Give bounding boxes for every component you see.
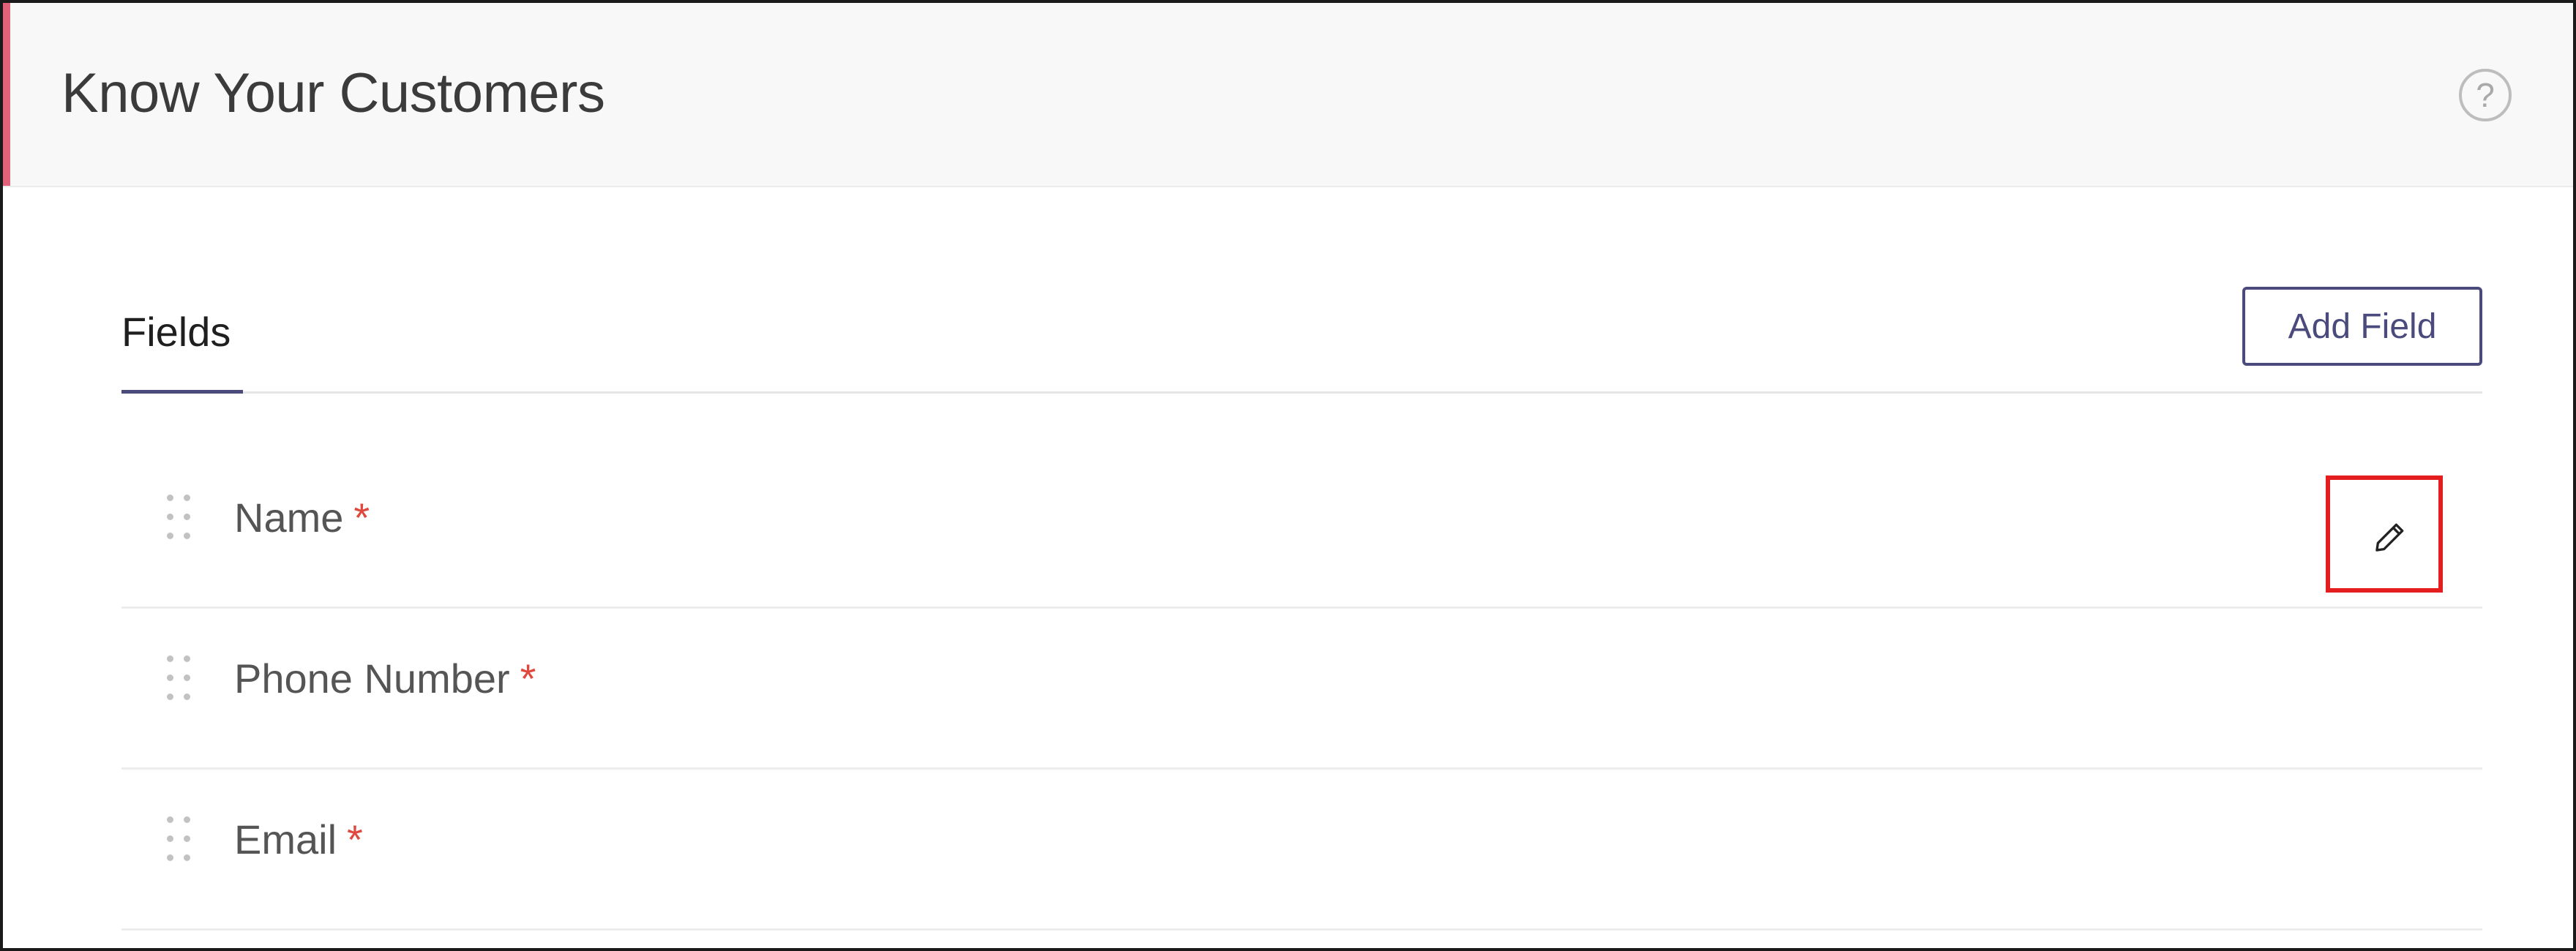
edit-field-button[interactable] (2326, 476, 2443, 593)
required-marker: * (347, 816, 363, 862)
drag-handle-icon[interactable] (164, 495, 193, 540)
field-row-email: Email * (121, 770, 2482, 931)
help-icon[interactable]: ? (2459, 69, 2512, 121)
app-window: Know Your Customers ? Fields Add Field N… (0, 0, 2576, 951)
tab-fields[interactable]: Fields (121, 312, 243, 394)
field-row-name: Name * (121, 448, 2482, 609)
field-label-text: Email (234, 816, 337, 862)
field-label-text: Phone Number (234, 655, 510, 702)
field-label: Email * (234, 819, 363, 860)
header-accent-bar (3, 3, 10, 186)
required-marker: * (520, 655, 536, 702)
field-label: Name * (234, 497, 370, 538)
tab-bar: Fields (121, 187, 2482, 394)
field-label: Phone Number * (234, 658, 536, 699)
required-marker: * (353, 495, 370, 541)
main-content: Fields Add Field Name * Phone Number * E… (3, 187, 2573, 948)
drag-handle-icon[interactable] (164, 655, 193, 701)
pencil-icon (2375, 523, 2404, 552)
field-row-phone-number: Phone Number * (121, 609, 2482, 770)
drag-handle-icon[interactable] (164, 816, 193, 862)
page-title: Know Your Customers (61, 62, 605, 124)
add-field-button[interactable]: Add Field (2242, 287, 2482, 366)
page-header: Know Your Customers ? (3, 3, 2573, 187)
field-list: Name * Phone Number * Email * (121, 448, 2482, 931)
field-label-text: Name (234, 495, 344, 541)
tab-fields-label: Fields (121, 309, 231, 355)
